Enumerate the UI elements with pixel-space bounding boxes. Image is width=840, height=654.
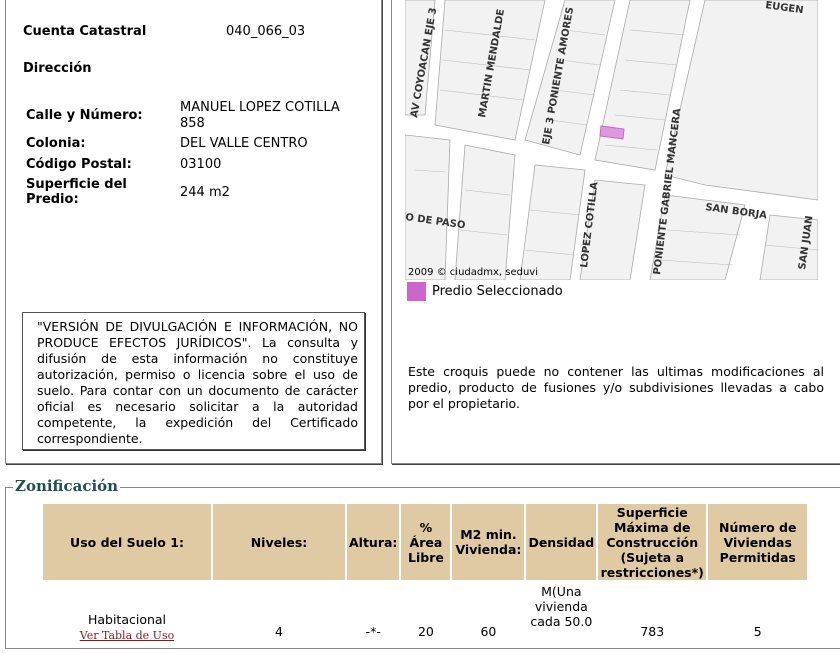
map-block: [664, 0, 818, 201]
legend-label: Predio Seleccionado: [432, 284, 563, 299]
col-m2-min: M2 min. Vivienda:: [452, 504, 525, 580]
superficie-value: 244 m2: [180, 185, 230, 200]
selected-swatch: [407, 282, 426, 301]
direccion-label: Dirección: [23, 61, 92, 76]
col-viviendas: Número de Viviendas Permitidas: [708, 504, 808, 580]
col-niveles: Niveles:: [213, 504, 345, 580]
cell-viviendas: 5: [753, 623, 762, 639]
disclaimer: "VERSIÓN DE DIVULGACIÓN E INFORMACIÓN, N…: [22, 312, 365, 450]
ver-tabla-link[interactable]: Ver Tabla de Uso: [80, 629, 174, 642]
map-block: [405, 134, 451, 280]
cell-uso: Habitacional Ver Tabla de Uso: [43, 582, 211, 652]
colonia-value: DEL VALLE CENTRO: [180, 136, 308, 151]
cell-m2-min: 60: [480, 623, 497, 639]
map-copyright: 2009 © ciudadmx, seduvi: [408, 267, 538, 278]
cuenta-value: 040_066_03: [226, 24, 306, 39]
map-block: [519, 164, 586, 280]
col-densidad: Densidad: [526, 504, 597, 580]
calle-value: MANUEL LOPEZ COTILLA 858: [180, 100, 340, 131]
zonificacion-table: Uso del Suelo 1: Niveles: Altura: % Área…: [41, 502, 809, 654]
col-area-libre: % Área Libre: [401, 504, 451, 580]
zonificacion-title: Zonificación: [13, 477, 121, 495]
map-note: Este croquis puede no contener las ultim…: [408, 364, 824, 411]
uso-value: Habitacional: [87, 612, 167, 627]
colonia-label: Colonia:: [26, 136, 86, 151]
cell-densidad: M(Una vivienda cada 50.0: [530, 584, 593, 629]
cadastral-map[interactable]: AV COYOACAN EJE 3 MARTIN MENDALDE EJE 3 …: [405, 0, 818, 280]
cuenta-label: Cuenta Catastral: [23, 24, 147, 39]
table-row: Habitacional Ver Tabla de Uso 4 -*- 20 60…: [43, 582, 807, 652]
map-block: [454, 144, 516, 280]
cell-niveles: 4: [275, 623, 283, 639]
col-altura: Altura:: [347, 504, 400, 580]
cp-label: Código Postal:: [26, 157, 132, 172]
col-uso: Uso del Suelo 1:: [43, 504, 211, 580]
cell-area-libre: 20: [417, 623, 434, 639]
calle-label: Calle y Número:: [26, 108, 143, 123]
col-superficie: Superficie Máxima de Construcción (Sujet…: [598, 504, 707, 580]
cp-value: 03100: [180, 157, 222, 172]
superficie-label: Superficie del Predio:: [26, 177, 127, 207]
cell-superficie: 783: [640, 623, 665, 639]
cell-altura: -*-: [365, 623, 381, 639]
map-legend: Predio Seleccionado: [407, 282, 563, 301]
